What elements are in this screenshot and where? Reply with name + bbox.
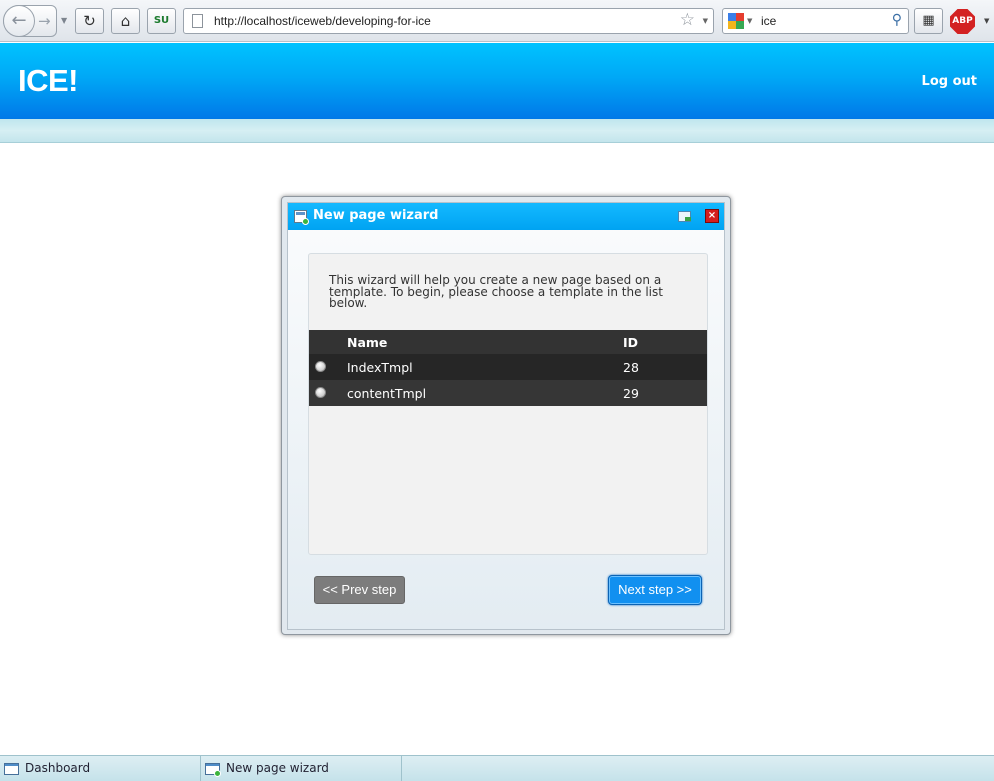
wizard-intro-text: This wizard will help you create a new p…: [329, 273, 663, 310]
forward-arrow-icon[interactable]: →: [38, 12, 51, 30]
prev-step-button[interactable]: << Prev step: [314, 576, 405, 604]
search-icon[interactable]: ⚲: [892, 12, 902, 28]
table-header-row: Name ID: [309, 330, 707, 354]
column-header-id[interactable]: ID: [623, 330, 707, 354]
taskbar-item-label: New page wizard: [226, 761, 329, 775]
taskbar: Dashboard New page wizard: [0, 755, 994, 781]
search-engine-dropdown-icon[interactable]: ▼: [747, 17, 752, 25]
wizard-titlebar[interactable]: New page wizard ×: [288, 203, 724, 230]
home-icon[interactable]: ⌂: [111, 8, 140, 34]
stumbleupon-label: SU: [153, 15, 170, 26]
browser-toolbar: ← → ▼ ↻ ⌂ SU http://localhost/iceweb/dev…: [0, 0, 994, 42]
logout-link[interactable]: Log out: [922, 74, 977, 89]
wizard-content-panel: This wizard will help you create a new p…: [308, 253, 708, 555]
template-id-cell: 29: [623, 380, 707, 406]
wizard-window-icon-badge: [214, 770, 221, 777]
table-row[interactable]: IndexTmpl 28: [309, 354, 707, 380]
adblock-dropdown-icon[interactable]: ▼: [984, 17, 989, 25]
template-id-cell: 28: [623, 354, 707, 380]
search-input[interactable]: ice: [761, 14, 776, 28]
url-dropdown-icon[interactable]: ▼: [703, 17, 708, 25]
app-header: ICE! Log out: [0, 43, 994, 119]
column-header-select: [309, 330, 347, 354]
bookmark-star-icon[interactable]: ☆: [680, 10, 695, 30]
close-icon[interactable]: ×: [705, 209, 719, 223]
wizard-body: New page wizard × This wizard will help …: [287, 202, 725, 630]
radio-button[interactable]: [315, 360, 326, 372]
grid-menu-icon[interactable]: ▦: [914, 8, 943, 34]
reload-icon[interactable]: ↻: [75, 8, 104, 34]
adblock-label: ABP: [952, 16, 973, 26]
page-icon: [192, 14, 203, 28]
wizard-title: New page wizard: [313, 208, 439, 223]
history-dropdown-icon[interactable]: ▼: [61, 16, 67, 25]
back-arrow-icon[interactable]: ←: [3, 5, 35, 37]
row-radio-cell: [309, 354, 347, 380]
template-name-cell: contentTmpl: [347, 380, 623, 406]
radio-button[interactable]: [315, 386, 326, 398]
header-sub-band: [0, 119, 994, 143]
new-page-wizard-dialog: New page wizard × This wizard will help …: [281, 196, 731, 635]
row-radio-cell: [309, 380, 347, 406]
nav-button-group: ← →: [3, 5, 57, 37]
template-table: Name ID IndexTmpl 28 contentTmpl 29: [309, 330, 707, 406]
adblock-icon[interactable]: ABP: [950, 9, 975, 34]
column-header-name[interactable]: Name: [347, 330, 623, 354]
stumbleupon-icon[interactable]: SU: [147, 8, 176, 34]
url-text[interactable]: http://localhost/iceweb/developing-for-i…: [214, 14, 431, 28]
app-logo: ICE!: [18, 63, 79, 98]
taskbar-item-label: Dashboard: [25, 761, 91, 775]
template-name-cell: IndexTmpl: [347, 354, 623, 380]
table-row[interactable]: contentTmpl 29: [309, 380, 707, 406]
address-bar[interactable]: http://localhost/iceweb/developing-for-i…: [183, 8, 714, 34]
taskbar-item-dashboard[interactable]: Dashboard: [0, 756, 201, 781]
taskbar-item-new-page-wizard[interactable]: New page wizard: [201, 756, 402, 781]
search-bar[interactable]: ▼ ice ⚲: [722, 8, 909, 34]
next-step-button[interactable]: Next step >>: [608, 575, 702, 605]
window-icon: [4, 763, 19, 775]
wizard-window-icon-badge: [302, 218, 309, 225]
minimize-icon[interactable]: [678, 211, 691, 222]
google-icon[interactable]: [728, 13, 744, 29]
